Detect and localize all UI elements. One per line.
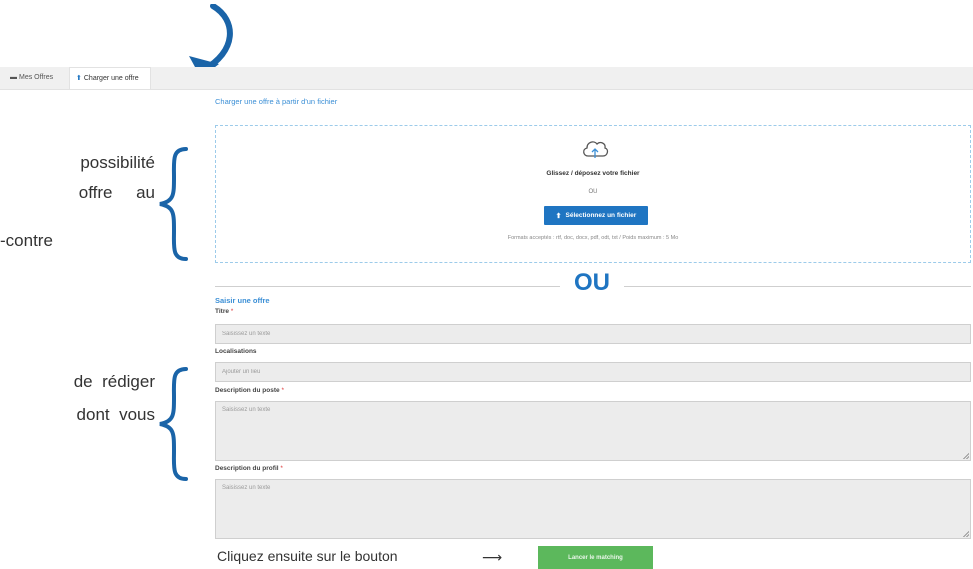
annotation-upload-line-1: possibilité [80,153,155,172]
select-file-button-label: Sélectionnez un fichier [565,212,637,219]
annotation-form-line-2: dont vous [76,405,155,424]
dropzone-instruction: Glissez / déposez votre fichier [546,170,640,177]
tab-charger-label: Charger une offre [83,75,139,82]
right-arrow-icon: ⟶ [482,549,503,565]
accepted-formats-text: Formats acceptés : rtf, doc, docx, pdf, … [507,235,679,241]
location-field-label-text: Localisations [215,348,257,355]
job-description-wrapper [215,401,971,461]
tab-charger-une-offre[interactable]: ⬆ Charger une offre [69,67,151,89]
profile-description-label-text: Description du profil [215,465,279,472]
tab-bar: ▬ Mes Offres ⬆ Charger une offre [0,67,973,90]
title-input[interactable] [215,324,971,344]
cloud-upload-icon [583,141,609,158]
or-separator-label: OU [560,268,624,298]
title-field-label: Titre * [215,308,233,315]
resize-handle-icon[interactable] [963,531,969,537]
select-file-button[interactable]: ⬆ Sélectionnez un fichier [544,206,648,225]
required-marker: * [280,465,283,472]
dropzone-or-text: OU [588,189,598,195]
user-upload-icon: ⬆ [555,212,562,220]
user-upload-icon: ⬆ [76,75,82,82]
upload-section-title: Charger une offre à partir d'un fichier [215,97,338,106]
title-field-label-text: Titre [215,308,229,315]
job-description-textarea[interactable] [215,401,971,461]
form-section-title: Saisir une offre [215,296,270,305]
profile-description-field-label: Description du profil * [215,465,283,472]
job-description-field-label: Description du poste * [215,387,284,394]
resize-handle-icon[interactable] [963,453,969,459]
separator-line-right [624,286,971,287]
annotation-bottom-hint: Cliquez ensuite sur le bouton [217,548,398,564]
launch-matching-button[interactable]: Lancer le matching [538,546,653,569]
tab-mes-offres[interactable]: ▬ Mes Offres [10,67,68,89]
curly-brace-icon [159,367,188,481]
location-field-label: Localisations [215,348,257,355]
folder-icon: ▬ [10,74,17,81]
location-input[interactable] [215,362,971,382]
profile-description-textarea[interactable] [215,479,971,539]
profile-description-wrapper [215,479,971,539]
annotation-upload-line-2: offre au [78,183,155,202]
curly-brace-icon [159,147,188,261]
tab-mes-offres-label: Mes Offres [19,74,54,81]
required-marker: * [281,387,284,394]
job-description-label-text: Description du poste [215,387,280,394]
annotation-upload-line-3: -contre [0,231,53,250]
required-marker: * [230,308,234,315]
separator-line-left [215,286,560,287]
annotation-form-line-1: de rédiger [73,372,155,391]
